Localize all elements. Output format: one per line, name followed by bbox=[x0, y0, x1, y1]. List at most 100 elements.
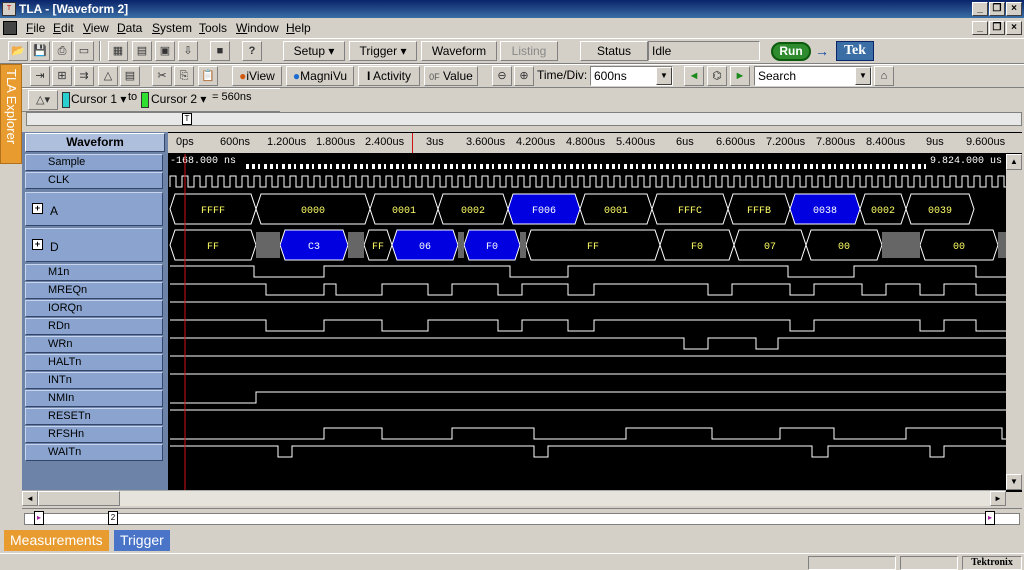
status-button[interactable]: Status bbox=[580, 41, 648, 61]
expand-icon[interactable]: + bbox=[32, 239, 43, 250]
menu-file[interactable]: File bbox=[26, 21, 45, 35]
cursor2-select[interactable]: Cursor 2 ▾ bbox=[151, 92, 206, 106]
signal-label-m1n[interactable]: M1n bbox=[25, 264, 163, 281]
waveform-plot[interactable]: -168.000 ns 9.824.000 usFFFF 0000 0001 0002 F… bbox=[168, 154, 1006, 490]
signal-label-sample[interactable]: Sample bbox=[25, 154, 163, 171]
waveform-column-header[interactable]: Waveform bbox=[25, 133, 165, 152]
paste-icon[interactable]: 📋 bbox=[198, 66, 218, 86]
import-icon[interactable]: ⇩ bbox=[178, 41, 198, 61]
help-icon[interactable]: ? bbox=[242, 41, 262, 61]
menu-tools[interactable]: Tools bbox=[199, 21, 227, 35]
new-window-icon[interactable]: ▤ bbox=[132, 41, 152, 61]
print-icon[interactable]: ⎙ bbox=[52, 41, 72, 61]
close-button[interactable]: × bbox=[1006, 2, 1022, 16]
signal-label-resetn[interactable]: RESETn bbox=[25, 408, 163, 425]
waveform-button[interactable]: Waveform bbox=[421, 41, 497, 61]
marker-track[interactable] bbox=[24, 513, 1020, 525]
setup-button[interactable]: Setup ▾ bbox=[283, 41, 345, 61]
magnivu-button[interactable]: ●MagniVu bbox=[286, 66, 354, 86]
marker-1-icon[interactable]: ▸ bbox=[34, 511, 44, 525]
signal-label-haltn[interactable]: HALTn bbox=[25, 354, 163, 371]
goto-icon[interactable]: ⇉ bbox=[74, 66, 94, 86]
signal-label-wrn[interactable]: WRn bbox=[25, 336, 163, 353]
sample-tick bbox=[882, 164, 885, 169]
menu-system[interactable]: System bbox=[152, 21, 192, 35]
sample-tick bbox=[918, 164, 921, 169]
add-data-icon[interactable]: ⇥ bbox=[30, 66, 50, 86]
menu-help[interactable]: Help bbox=[286, 21, 311, 35]
doc-minimize-button[interactable]: _ bbox=[972, 21, 988, 35]
run-button[interactable]: Run bbox=[771, 42, 811, 61]
delta-icon[interactable]: △ bbox=[98, 66, 118, 86]
properties-icon[interactable]: ▤ bbox=[120, 66, 140, 86]
menu-edit[interactable]: Edit bbox=[53, 21, 74, 35]
tab-measurements[interactable]: Measurements bbox=[4, 530, 109, 551]
activity-button[interactable]: I Activity bbox=[358, 66, 420, 86]
signal-label-rdn[interactable]: RDn bbox=[25, 318, 163, 335]
scroll-left-icon[interactable]: ◄ bbox=[22, 491, 38, 506]
signal-label-a[interactable]: + A bbox=[25, 192, 163, 226]
search-select[interactable]: Search ▼ bbox=[754, 66, 872, 86]
signal-label-rfshn[interactable]: RFSHn bbox=[25, 426, 163, 443]
add-waveform-icon[interactable]: ⊞ bbox=[52, 66, 72, 86]
search-next-icon[interactable]: ► bbox=[730, 66, 750, 86]
signal-label-waitn[interactable]: WAITn bbox=[25, 444, 163, 461]
scroll-down-icon[interactable]: ▼ bbox=[1006, 474, 1022, 490]
menu-view[interactable]: View bbox=[83, 21, 109, 35]
bus-undefined-zone bbox=[882, 232, 920, 258]
system-window-icon[interactable]: ▦ bbox=[108, 41, 128, 61]
signal-label-nmin[interactable]: NMIn bbox=[25, 390, 163, 407]
menu-data[interactable]: Data bbox=[117, 21, 142, 35]
search-options-icon[interactable]: ⌂ bbox=[874, 66, 894, 86]
open-system-icon[interactable]: 📂 bbox=[8, 41, 28, 61]
horizontal-scrollbar[interactable]: ◄ ► bbox=[22, 490, 1006, 506]
cut-icon[interactable]: ✂ bbox=[152, 66, 172, 86]
value-button[interactable]: 0F Value bbox=[424, 66, 478, 86]
restore-button[interactable]: ❐ bbox=[989, 2, 1005, 16]
tla-explorer-tab[interactable]: TLA Explorer bbox=[0, 64, 22, 164]
data-window-icon[interactable]: ▣ bbox=[155, 41, 175, 61]
time-ruler[interactable]: 0ps 600ns 1.200us 1.800us 2.400us 3us 3.600us 4… bbox=[168, 133, 1022, 153]
binoculars-icon[interactable]: ⌬ bbox=[707, 66, 727, 86]
timediv-select[interactable]: 600ns ▼ bbox=[590, 66, 673, 86]
scroll-up-icon[interactable]: ▲ bbox=[1006, 154, 1022, 170]
signal-label-d[interactable]: + D bbox=[25, 228, 163, 262]
trigger-button[interactable]: Trigger ▾ bbox=[349, 41, 417, 61]
waitn-trace bbox=[170, 445, 1006, 458]
tab-trigger[interactable]: Trigger bbox=[114, 530, 170, 551]
marker-2-icon[interactable]: 2 bbox=[108, 511, 118, 525]
trigger-marker-icon[interactable]: T bbox=[182, 113, 192, 125]
tek-logo[interactable]: Tek bbox=[836, 41, 874, 61]
cursor-mode-icon[interactable]: △▾ bbox=[28, 90, 58, 110]
sample-tick bbox=[810, 164, 813, 169]
iview-button[interactable]: ●iView bbox=[232, 66, 282, 86]
doc-restore-button[interactable]: ❐ bbox=[989, 21, 1005, 35]
sample-tick bbox=[336, 164, 339, 169]
doc-close-button[interactable]: × bbox=[1006, 21, 1022, 35]
signal-label-mreqn[interactable]: MREQn bbox=[25, 282, 163, 299]
copy-icon[interactable]: ⎘ bbox=[174, 66, 194, 86]
signal-label-intn[interactable]: INTn bbox=[25, 372, 163, 389]
signal-label-iorqn[interactable]: IORQn bbox=[25, 300, 163, 317]
marker-overview-bar[interactable]: ▸ 2 ▸ bbox=[22, 508, 1022, 528]
sample-tick bbox=[252, 164, 255, 169]
minimize-button[interactable]: _ bbox=[972, 2, 988, 16]
scroll-right-icon[interactable]: ► bbox=[990, 491, 1006, 506]
signal-name: MREQn bbox=[48, 284, 88, 296]
signal-label-clk[interactable]: CLK bbox=[25, 172, 163, 189]
marker-end-icon[interactable]: ▸ bbox=[985, 511, 995, 525]
ruler-tick-label: 3.600us bbox=[466, 136, 506, 148]
overview-track[interactable]: T bbox=[26, 112, 1022, 126]
stop-icon[interactable]: ■ bbox=[210, 41, 230, 61]
cursor1-select[interactable]: Cursor 1 ▾ bbox=[71, 92, 126, 106]
menu-window[interactable]: Window bbox=[236, 21, 279, 35]
zoom-out-icon[interactable]: ⊖ bbox=[492, 66, 512, 86]
expand-icon[interactable]: + bbox=[32, 203, 43, 214]
save-icon[interactable]: 💾 bbox=[30, 41, 50, 61]
disk-icon[interactable]: ▭ bbox=[74, 41, 94, 61]
search-prev-icon[interactable]: ◄ bbox=[684, 66, 704, 86]
vertical-scrollbar[interactable]: ▲ ▼ bbox=[1006, 154, 1022, 490]
zoom-in-icon[interactable]: ⊕ bbox=[514, 66, 534, 86]
scroll-thumb[interactable] bbox=[38, 491, 120, 506]
listing-button[interactable]: Listing bbox=[500, 41, 558, 61]
